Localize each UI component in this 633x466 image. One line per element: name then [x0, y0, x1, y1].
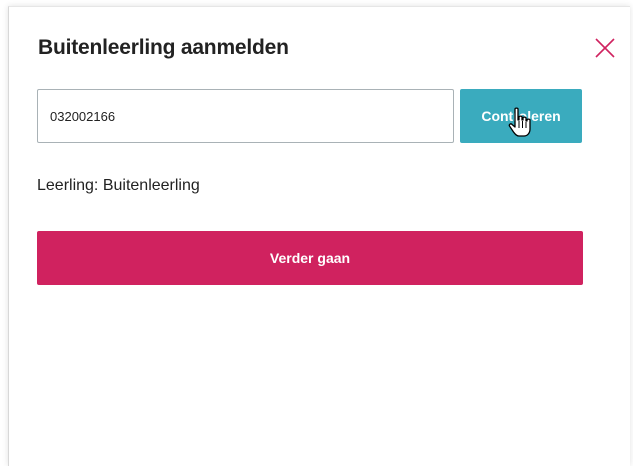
- student-status-text: Leerling: Buitenleerling: [37, 177, 200, 194]
- continue-button[interactable]: Verder gaan: [37, 231, 583, 285]
- close-icon[interactable]: [594, 37, 616, 59]
- student-id-input[interactable]: [37, 89, 454, 143]
- dialog-title: Buitenleerling aanmelden: [38, 36, 289, 59]
- check-button[interactable]: Controleren: [460, 89, 582, 143]
- register-external-student-dialog: Buitenleerling aanmelden Controleren Lee…: [8, 6, 630, 466]
